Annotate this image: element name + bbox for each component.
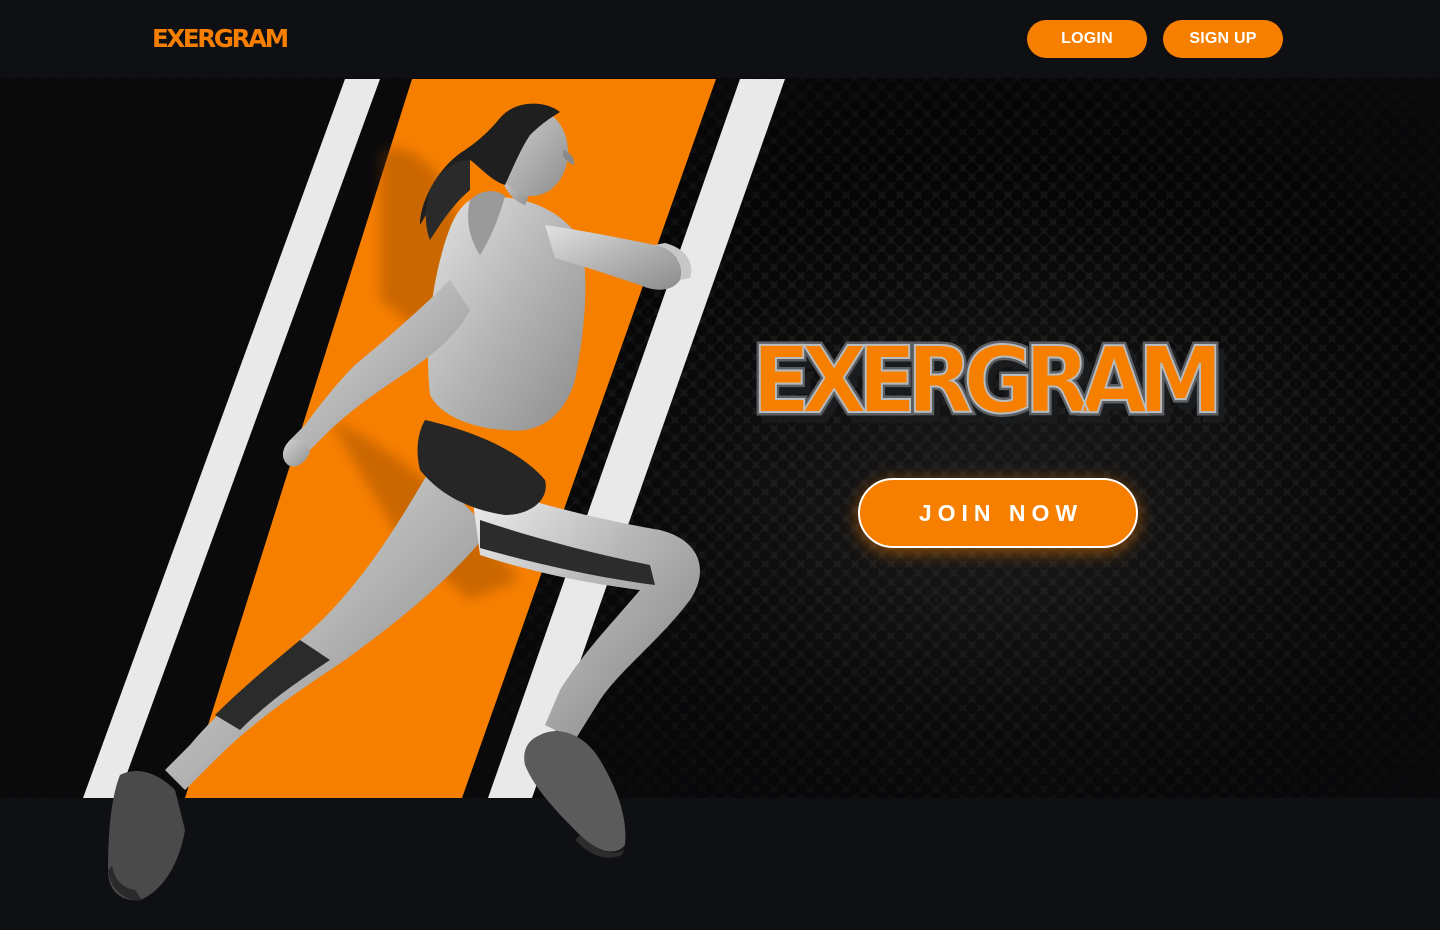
runner-back-shoe: [108, 770, 185, 901]
hero-title-text: EXERGRAM: [751, 326, 1224, 435]
hero-title: EXERGRAM EXERGRAM EXERGRAM: [749, 324, 1252, 445]
runner-front-shoe: [524, 731, 626, 852]
hero-artwork: [83, 79, 785, 901]
login-button[interactable]: LOGIN: [1027, 20, 1147, 58]
top-navbar: EXERGRAM LOGIN SIGN UP: [0, 0, 1440, 78]
landing-page: EXERGRAM LOGIN SIGN UP EXERGRAM EXERGRAM…: [0, 0, 1440, 930]
sign-up-button[interactable]: SIGN UP: [1163, 20, 1283, 58]
brand-logo[interactable]: EXERGRAM: [152, 24, 289, 53]
join-now-button[interactable]: JOIN NOW: [858, 478, 1138, 548]
